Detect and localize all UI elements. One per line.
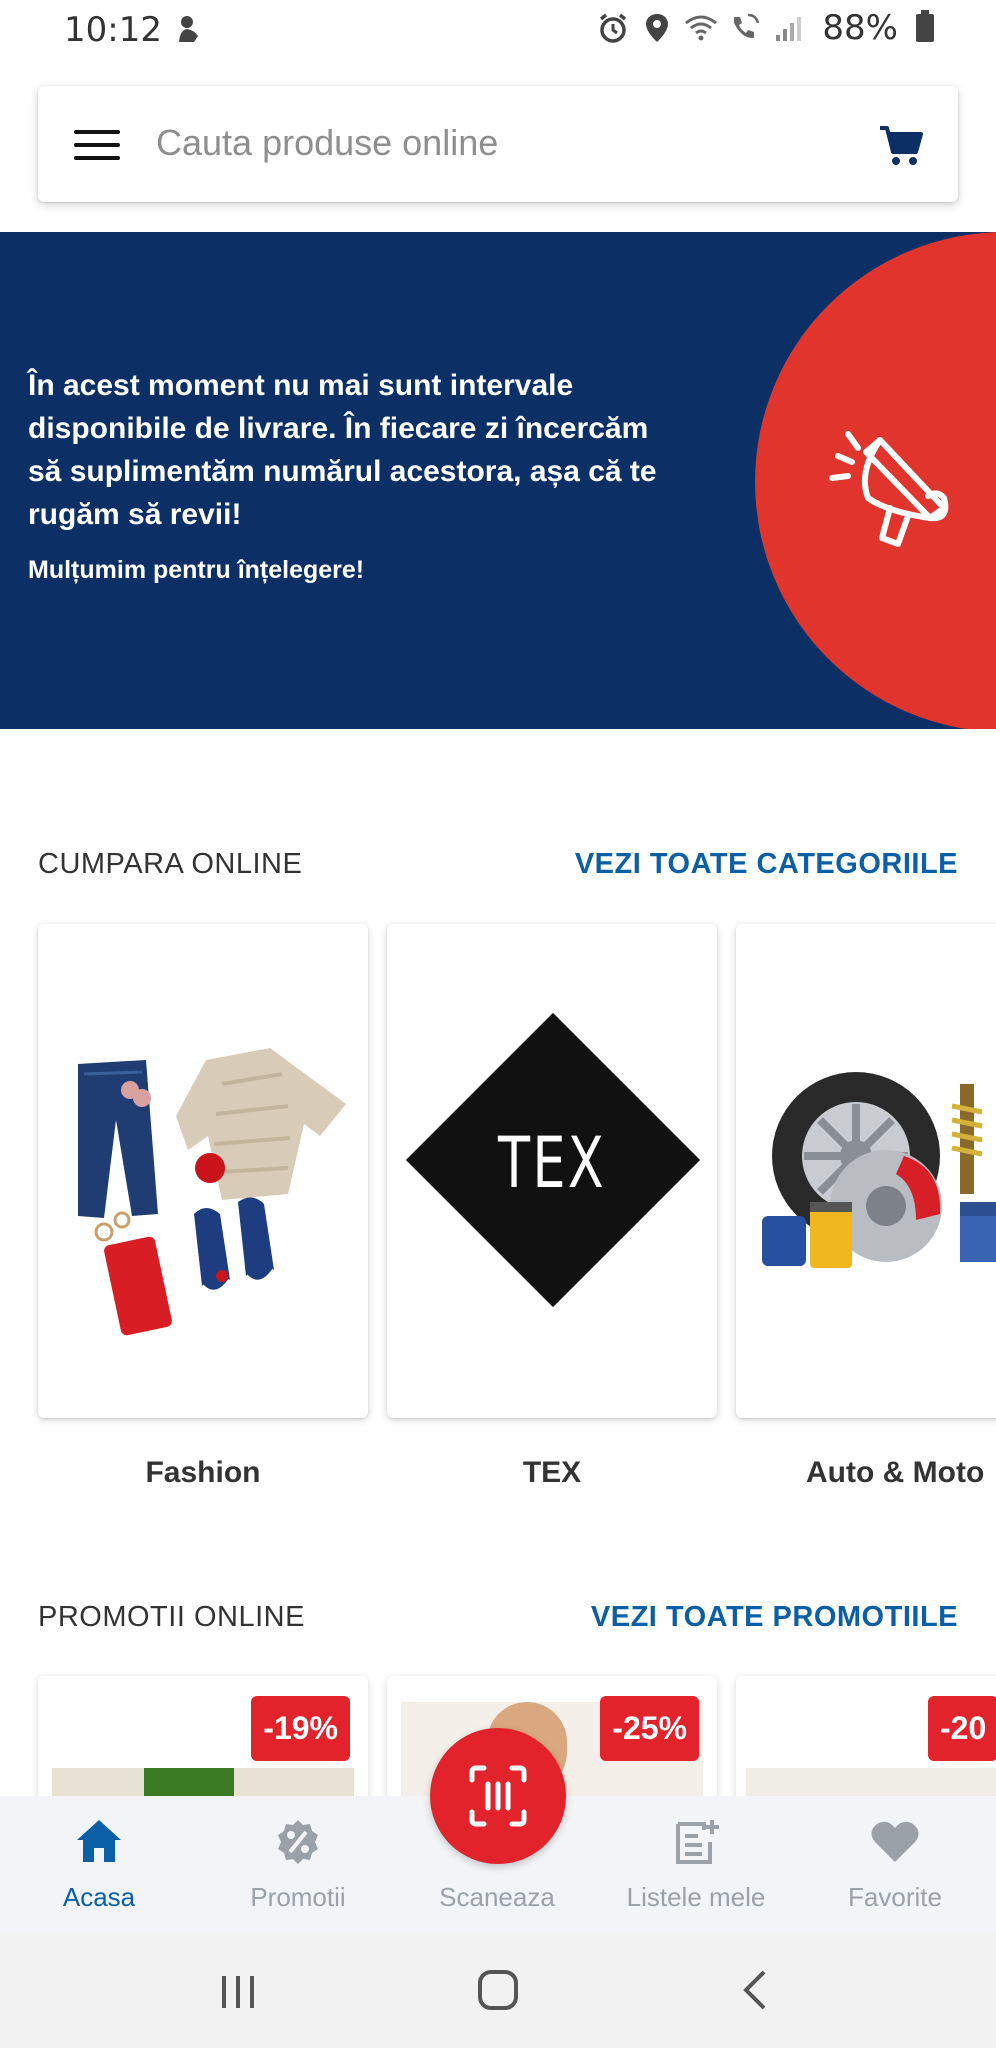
hamburger-menu-icon[interactable] xyxy=(74,130,120,160)
system-navigation-bar xyxy=(0,1932,996,2048)
shop-online-title: CUMPARA ONLINE xyxy=(38,848,303,880)
recent-apps-icon[interactable] xyxy=(218,1972,258,2012)
percent-badge-icon xyxy=(278,1820,318,1864)
fashion-image xyxy=(78,1048,346,1336)
nav-item-promotions[interactable]: Promotii xyxy=(203,1816,393,1913)
see-all-promotions-link[interactable]: VEZI TOATE PROMOTIILE xyxy=(591,1601,958,1634)
barcode-scan-icon xyxy=(469,1765,527,1827)
discount-badge: -20 xyxy=(928,1696,996,1761)
tex-logo-text: TEX xyxy=(498,1122,606,1204)
category-card-fashion[interactable] xyxy=(38,924,368,1418)
back-button-icon[interactable] xyxy=(740,1968,770,2012)
list-add-icon xyxy=(676,1820,719,1864)
nav-label-favorites: Favorite xyxy=(848,1882,942,1912)
home-button-icon[interactable] xyxy=(476,1968,520,2012)
search-bar[interactable]: Cauta produse online xyxy=(38,86,958,202)
heart-icon xyxy=(871,1821,919,1862)
alarm-icon xyxy=(600,13,627,43)
nav-item-my-lists[interactable]: Listele mele xyxy=(601,1816,791,1913)
online-promotions-title: PROMOTII ONLINE xyxy=(38,1601,305,1633)
signal-icon xyxy=(776,17,802,41)
scan-button[interactable] xyxy=(430,1728,566,1864)
wifi-icon xyxy=(685,15,718,41)
nav-label-promotions: Promotii xyxy=(250,1882,346,1912)
search-input[interactable]: Cauta produse online xyxy=(156,122,498,164)
category-card-tex[interactable]: TEX xyxy=(387,924,717,1418)
notification-icon xyxy=(179,16,198,42)
home-icon xyxy=(77,1820,121,1862)
banner-message: În acest moment nu mai sunt intervale di… xyxy=(28,369,657,531)
status-bar: 10:12 88% xyxy=(0,0,996,60)
auto-parts-image xyxy=(762,1072,996,1268)
location-icon xyxy=(646,14,669,42)
shopping-cart-icon[interactable] xyxy=(878,124,924,168)
nav-label-scan: Scaneaza xyxy=(439,1882,555,1912)
see-all-categories-link[interactable]: VEZI TOATE CATEGORIILE xyxy=(575,848,958,881)
nav-label-home: Acasa xyxy=(62,1882,136,1912)
megaphone-icon xyxy=(829,431,949,547)
battery-icon xyxy=(916,10,934,42)
category-label-fashion[interactable]: Fashion xyxy=(38,1456,368,1490)
category-label-auto-moto[interactable]: Auto & Moto xyxy=(736,1456,996,1490)
category-card-auto-moto[interactable] xyxy=(736,924,996,1418)
discount-badge: -19% xyxy=(251,1696,350,1761)
nav-item-favorites[interactable]: Favorite xyxy=(800,1816,990,1913)
status-time: 10:12 xyxy=(64,10,162,50)
discount-badge: -25% xyxy=(600,1696,699,1761)
banner-thanks: Mulțumim pentru înțelegere! xyxy=(28,556,365,584)
category-label-tex[interactable]: TEX xyxy=(387,1456,717,1490)
nav-label-my-lists: Listele mele xyxy=(626,1882,766,1912)
status-icons: 88% xyxy=(596,8,934,48)
nav-item-home[interactable]: Acasa xyxy=(4,1816,194,1913)
wifi-call-icon xyxy=(734,13,760,39)
app-screen: 10:12 88% Cauta produse online În acest … xyxy=(0,0,996,2048)
delivery-notice-banner: În acest moment nu mai sunt intervale di… xyxy=(0,232,996,729)
battery-percent: 88% xyxy=(822,8,898,48)
